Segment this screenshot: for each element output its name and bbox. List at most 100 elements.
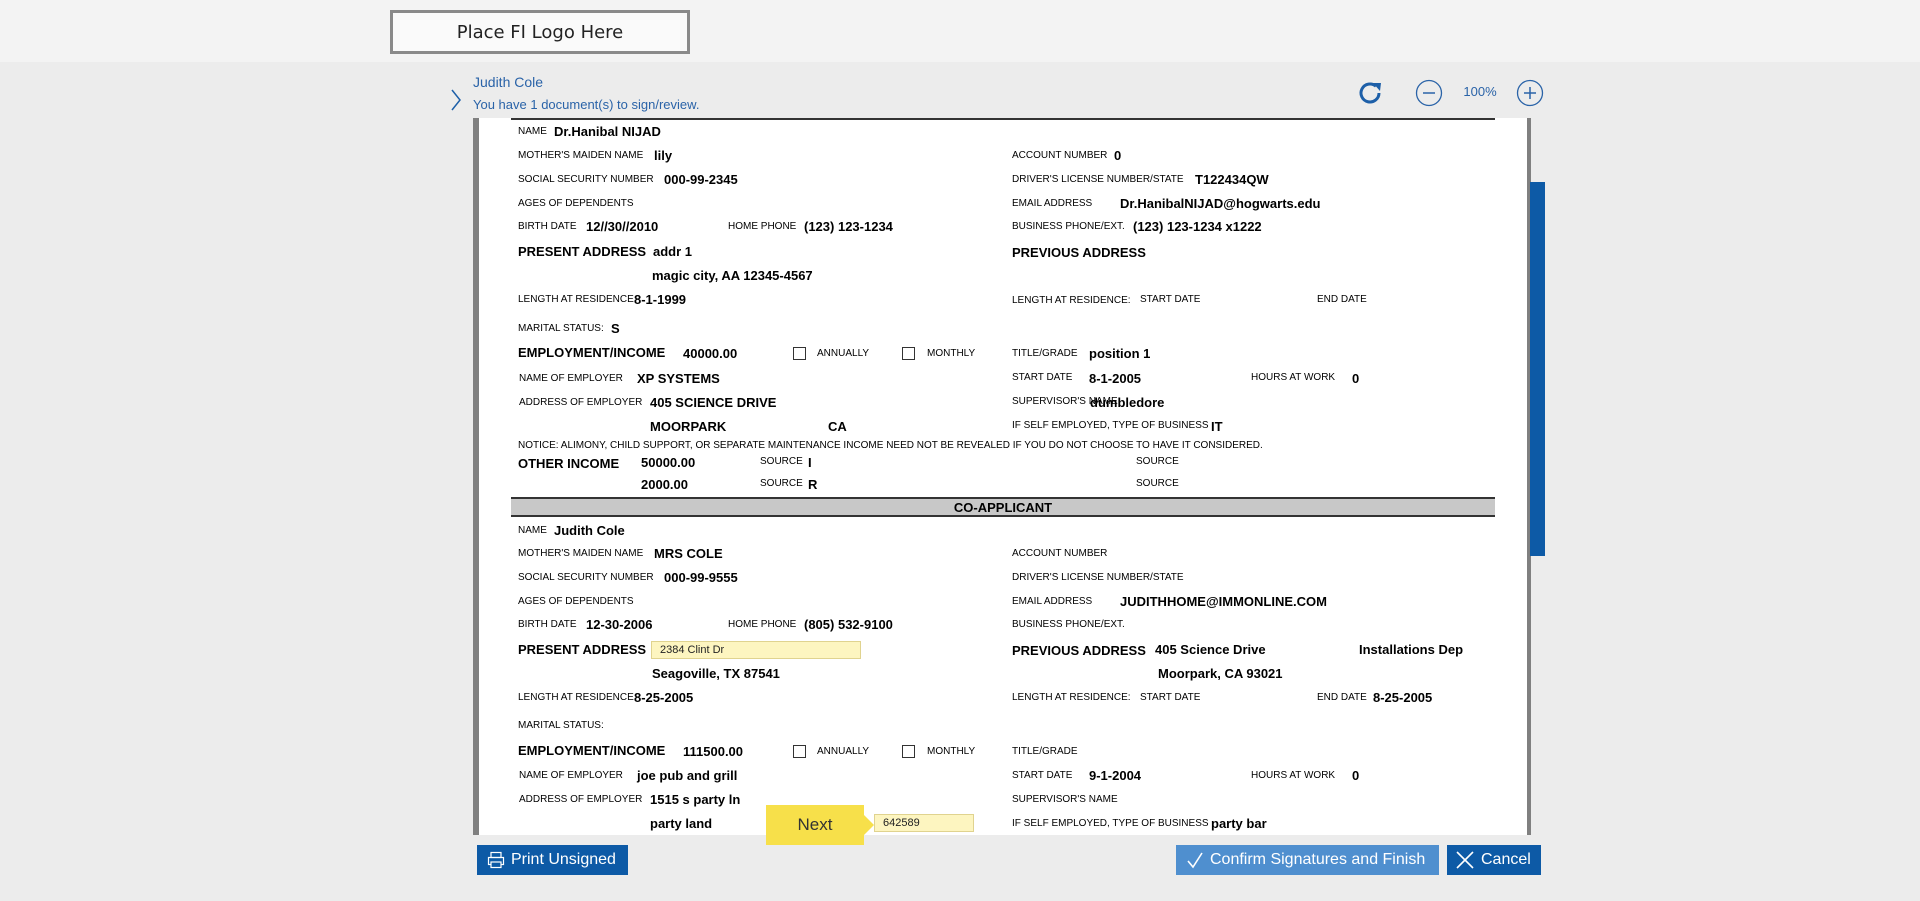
cancel-button[interactable]: Cancel [1447,845,1541,875]
next-field-button[interactable]: Next [766,805,864,845]
coapp-home-phone: (805) 532-9100 [804,617,893,632]
applicant-email: Dr.HanibalNIJAD@hogwarts.edu [1120,196,1321,211]
credit-application-form: NAME Dr.Hanibal NIJAD MOTHER'S MAIDEN NA… [479,118,1527,835]
coapp-present-address-input[interactable]: 2384 Clint Dr [651,641,861,659]
source-label-4: SOURCE [1136,478,1179,489]
cancel-label: Cancel [1481,851,1531,868]
zoom-in-icon[interactable] [1516,79,1544,107]
applicant-emp-city: MOORPARK [650,419,727,434]
coapp-ssn-label: SOCIAL SECURITY NUMBER [518,572,654,583]
other-income-1: 50000.00 [641,455,696,470]
applicant-birth-label: BIRTH DATE [518,221,577,232]
coapp-present-label: PRESENT ADDRESS [518,642,647,657]
applicant-ssn-label: SOCIAL SECURITY NUMBER [518,174,654,185]
coapp-emp-addr: 1515 s party ln [650,792,741,807]
applicant-dl: T122434QW [1195,172,1269,187]
coapp-name-label: NAME [518,525,547,536]
scrollbar-thumb[interactable] [1530,182,1545,556]
applicant-monthly-checkbox[interactable] [902,347,915,360]
source-1: I [808,455,812,470]
coapp-length-label: LENGTH AT RESIDENCE [518,692,634,703]
applicant-length2-label: LENGTH AT RESIDENCE: [1012,295,1131,306]
logo-placeholder: Place FI Logo Here [390,10,690,54]
applicant-employment-label: EMPLOYMENT/INCOME [518,345,666,360]
coapp-monthly-checkbox[interactable] [902,745,915,758]
applicant-present-label: PRESENT ADDRESS [518,244,647,259]
applicant-name-label: NAME [518,126,547,137]
document-viewer[interactable]: NAME Dr.Hanibal NIJAD MOTHER'S MAIDEN NA… [473,118,1531,835]
print-unsigned-label: Print Unsigned [511,851,616,868]
user-name: Judith Cole [473,74,544,90]
applicant-annually-label: ANNUALLY [817,348,870,359]
coapp-employer: joe pub and grill [637,768,738,783]
source-label-3: SOURCE [760,478,803,489]
coapp-previous-line1: 405 Science Drive [1155,642,1266,657]
coapp-self-emp-label: IF SELF EMPLOYED, TYPE OF BUSINESS [1012,818,1209,829]
print-unsigned-button[interactable]: Print Unsigned [477,845,628,875]
document-count-text: You have 1 document(s) to sign/review. [473,97,700,112]
printer-icon [487,851,505,869]
coapp-mmn: MRS COLE [654,546,723,561]
source-label-1: SOURCE [760,456,803,467]
coapp-email: JUDITHHOME@IMMONLINE.COM [1120,594,1327,609]
applicant-present-line2: magic city, AA 12345-4567 [652,268,813,283]
coapp-mmn-label: MOTHER'S MAIDEN NAME [518,548,644,559]
chevron-right-icon[interactable] [451,89,461,116]
coapp-biz-phone-label: BUSINESS PHONE/EXT. [1012,619,1125,630]
applicant-length-label: LENGTH AT RESIDENCE [518,294,634,305]
next-arrow-icon [864,815,874,835]
applicant-name: Dr.Hanibal NIJAD [554,124,661,139]
coapp-annually-checkbox[interactable] [793,745,806,758]
coapp-length: 8-25-2005 [634,690,694,705]
coapp-annually-label: ANNUALLY [817,746,870,757]
applicant-biz-phone: (123) 123-1234 x1222 [1133,219,1262,234]
zoom-level: 100% [1463,84,1497,99]
coapp-zip-input[interactable]: 642589 [874,814,974,832]
confirm-signatures-button[interactable]: Confirm Signatures and Finish [1176,845,1439,875]
coapp-account-label: ACCOUNT NUMBER [1012,548,1108,559]
applicant-title-label: TITLE/GRADE [1012,348,1078,359]
applicant-present-line1: addr 1 [653,244,693,259]
refresh-icon[interactable] [1356,79,1384,107]
applicant-dl-label: DRIVER'S LICENSE NUMBER/STATE [1012,174,1184,185]
coapp-birth: 12-30-2006 [586,617,653,632]
applicant-emp-state: CA [828,419,847,434]
applicant-account: 0 [1114,148,1122,163]
coapp-employer-label: NAME OF EMPLOYER [519,770,623,781]
coapp-hours: 0 [1352,768,1360,783]
coapp-dl-label: DRIVER'S LICENSE NUMBER/STATE [1012,572,1184,583]
applicant-emp-addr-label: ADDRESS OF EMPLOYER [519,397,643,408]
coapp-ssn: 000-99-9555 [664,570,738,585]
coapp-birth-label: BIRTH DATE [518,619,577,630]
applicant-employer-label: NAME OF EMPLOYER [519,373,623,384]
coapp-emp-start-label: START DATE [1012,770,1073,781]
coapp-end-date: 8-25-2005 [1373,690,1433,705]
coapp-end-date-label: END DATE [1317,692,1367,703]
applicant-mmn: lily [654,148,673,163]
applicant-emp-start: 8-1-2005 [1089,371,1142,386]
top-rule [511,118,1495,120]
other-income-label: OTHER INCOME [518,456,620,471]
coapp-length2-label: LENGTH AT RESIDENCE: [1012,692,1131,703]
zoom-out-icon[interactable] [1415,79,1443,107]
coapplicant-section-header: CO-APPLICANT [511,497,1495,517]
coapp-email-label: EMAIL ADDRESS [1012,596,1093,607]
coapp-name: Judith Cole [554,523,625,538]
applicant-ages-label: AGES OF DEPENDENTS [518,198,634,209]
other-income-2: 2000.00 [641,477,688,492]
applicant-start-date-label: START DATE [1140,294,1201,305]
coapp-income: 111500.00 [683,744,744,759]
applicant-annually-checkbox[interactable] [793,347,806,360]
income-notice: NOTICE: ALIMONY, CHILD SUPPORT, OR SEPAR… [518,440,1263,451]
coapp-emp-addr-label: ADDRESS OF EMPLOYER [519,794,643,805]
applicant-supervisor: dumbledore [1090,395,1165,410]
applicant-employer: XP SYSTEMS [637,371,720,386]
applicant-hours-label: HOURS AT WORK [1251,372,1336,383]
coapp-emp-city: party land [650,816,713,831]
applicant-emp-start-label: START DATE [1012,372,1073,383]
top-bar: Place FI Logo Here [0,0,1920,62]
applicant-birth: 12//30//2010 [586,219,659,234]
coapp-self-emp: party bar [1211,816,1267,831]
coapp-previous-label: PREVIOUS ADDRESS [1012,643,1146,658]
coapp-monthly-label: MONTHLY [927,746,976,757]
